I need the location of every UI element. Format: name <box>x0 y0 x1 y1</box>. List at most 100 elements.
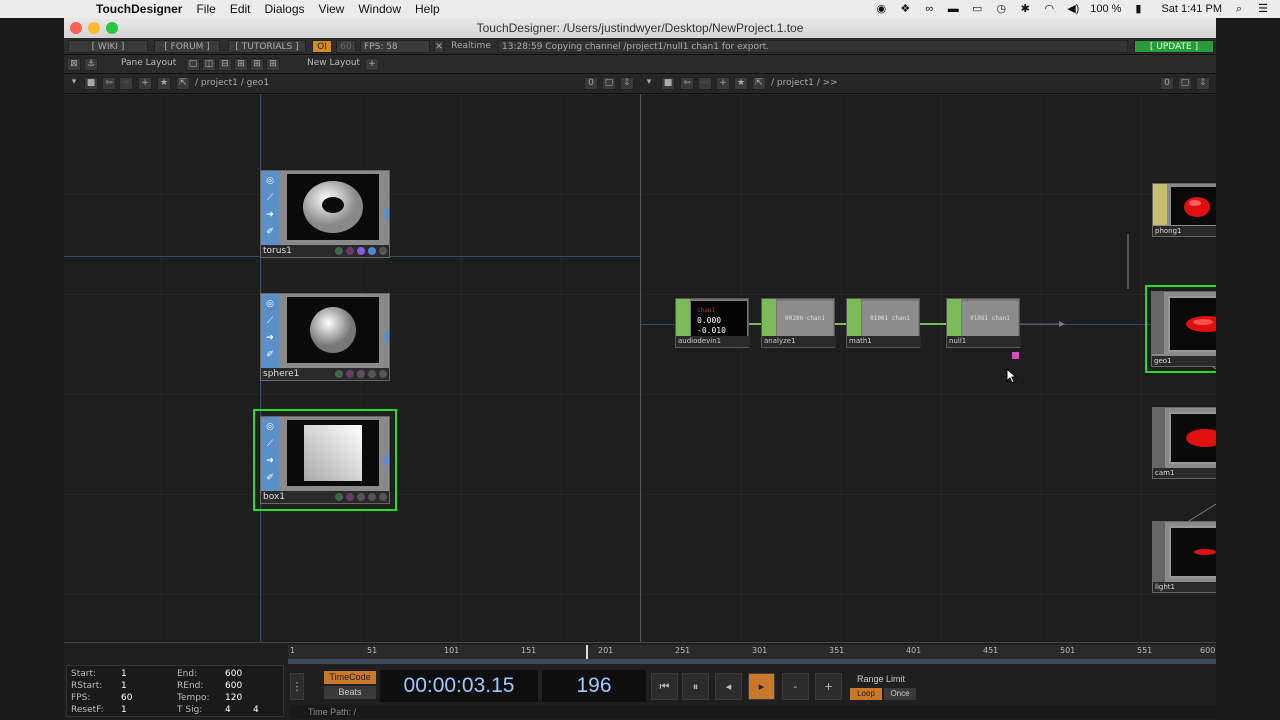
chop-label[interactable]: math1 <box>847 336 921 347</box>
layout-4-icon[interactable]: ⊞ <box>234 58 248 71</box>
viewer-flag-icon[interactable]: ◎ <box>264 298 276 310</box>
left-forward-icon[interactable]: ⇨ <box>119 77 133 90</box>
display-flag-icon[interactable]: ➔ <box>264 332 276 344</box>
battery-bar-icon[interactable]: ▬ <box>946 3 960 15</box>
layout-2-icon[interactable]: ◫ <box>202 58 216 71</box>
volume-icon[interactable]: ◀) <box>1066 3 1080 15</box>
null1-chop[interactable]: 01061 chan1 null1 <box>946 298 1021 348</box>
realtime-checkbox[interactable]: ✕ <box>434 40 444 53</box>
node-label[interactable]: phong1 <box>1153 226 1216 236</box>
right-pane-import-icon[interactable]: ⇩ <box>1196 77 1210 90</box>
math1-chop[interactable]: 01061 chan1 math1 <box>846 298 921 348</box>
left-pane-menu-icon[interactable]: ▾ <box>67 77 81 90</box>
step-minus-button[interactable]: - <box>782 673 809 700</box>
update-button[interactable]: [ UPDATE ] <box>1134 40 1214 53</box>
left-pane-maximize-icon[interactable]: ▢ <box>602 77 616 90</box>
chop-label[interactable]: analyze1 <box>762 336 836 347</box>
project1-network-pane[interactable]: chan1 0.000 -0.010 audiodevin1 00286 cha… <box>641 94 1216 642</box>
menu-file[interactable]: File <box>196 2 215 16</box>
beats-toggle[interactable]: Beats <box>324 686 376 699</box>
menu-view[interactable]: View <box>319 2 345 16</box>
box1-node[interactable]: ◎ ⟋ ➔ ✐ box1 <box>253 409 397 511</box>
output-connector[interactable] <box>383 209 389 219</box>
right-pane-counter[interactable]: 0 <box>1160 77 1174 90</box>
time-machine-icon[interactable]: ◷ <box>994 3 1008 15</box>
fps-value[interactable]: 60 <box>121 693 132 703</box>
left-pane-import-icon[interactable]: ⇩ <box>620 77 634 90</box>
chop-label[interactable]: audiodevin1 <box>676 336 750 347</box>
battery-percent[interactable]: 100 % <box>1090 3 1121 15</box>
right-pane-menu-icon[interactable]: ▾ <box>642 77 656 90</box>
rstart-value[interactable]: 1 <box>121 681 127 691</box>
oi-button[interactable]: OI <box>312 40 332 53</box>
menu-dialogs[interactable]: Dialogs <box>265 2 305 16</box>
step-back-button[interactable]: ◂ <box>715 673 742 700</box>
wiki-button[interactable]: [ WIKI ] <box>68 40 148 53</box>
layout-6-icon[interactable]: ⊞ <box>266 58 280 71</box>
viewer-flag-icon[interactable]: ◎ <box>264 175 276 187</box>
frame-display[interactable]: 196 <box>542 670 646 702</box>
geo1-network-pane[interactable]: ◎ ⟋ ➔ ✐ torus1 ◎ ⟋ ➔ ✐ sphere1 ◎ ⟋ ➔ ✐ b… <box>64 94 640 642</box>
layout-1-icon[interactable]: ▢ <box>186 58 200 71</box>
right-star-icon[interactable]: ★ <box>734 77 748 90</box>
left-pane-path[interactable]: / project1 / geo1 <box>195 78 269 88</box>
creative-cloud-icon[interactable]: ∞ <box>922 3 936 15</box>
right-pane-maximize-icon[interactable]: ▢ <box>1178 77 1192 90</box>
sixty-button[interactable]: 60 <box>336 40 356 53</box>
loop-toggle[interactable]: Loop <box>850 688 882 700</box>
menu-edit[interactable]: Edit <box>230 2 251 16</box>
play-button[interactable]: ▸ <box>748 673 775 700</box>
record-icon[interactable]: ◉ <box>874 3 888 15</box>
layout-5-icon[interactable]: ⊞ <box>250 58 264 71</box>
tsig-num[interactable]: 4 <box>225 705 231 715</box>
phong1-mat[interactable]: phong1 <box>1152 183 1216 237</box>
zoom-window-button[interactable] <box>106 22 118 34</box>
pause-button[interactable]: ⏸ <box>682 673 709 700</box>
right-add-icon[interactable]: + <box>716 77 730 90</box>
left-pane-stop-icon[interactable]: ■ <box>84 77 98 90</box>
output-connector[interactable] <box>383 332 389 342</box>
bypass-flag-icon[interactable]: ✐ <box>264 226 276 238</box>
display-flag-icon[interactable]: ➔ <box>264 209 276 221</box>
once-toggle[interactable]: Once <box>884 688 916 700</box>
geo1-comp[interactable]: geo1 <box>1145 285 1216 373</box>
time-path[interactable]: Time Path: / <box>290 705 1216 719</box>
template-flag-icon[interactable]: ⟋ <box>264 315 276 327</box>
node-label[interactable]: geo1 <box>1152 356 1216 366</box>
tutorials-button[interactable]: [ TUTORIALS ] <box>228 40 306 53</box>
pane-split-icon[interactable]: ⊠ <box>67 58 81 71</box>
spotlight-icon[interactable]: ⌕ <box>1232 3 1246 15</box>
display-flag-icon[interactable]: ➔ <box>264 455 276 467</box>
range-bar[interactable] <box>288 659 1216 664</box>
bluetooth-icon[interactable]: ✱ <box>1018 3 1032 15</box>
resetf-value[interactable]: 1 <box>121 705 127 715</box>
light1-comp[interactable]: light1 <box>1152 521 1216 593</box>
airplay-icon[interactable]: ▭ <box>970 3 984 15</box>
template-flag-icon[interactable]: ⟋ <box>264 192 276 204</box>
left-pane-counter[interactable]: 0 <box>584 77 598 90</box>
frame-ruler[interactable]: 1 51 101 151 201 251 301 351 401 451 501… <box>288 645 1216 659</box>
clock[interactable]: Sat 1:41 PM <box>1161 3 1222 15</box>
left-back-icon[interactable]: ⇦ <box>102 77 116 90</box>
step-plus-button[interactable]: + <box>815 673 842 700</box>
rend-value[interactable]: 600 <box>225 681 242 691</box>
right-back-icon[interactable]: ⇦ <box>680 77 694 90</box>
close-window-button[interactable] <box>70 22 82 34</box>
menu-help[interactable]: Help <box>415 2 440 16</box>
output-connector[interactable] <box>383 455 389 465</box>
right-forward-icon[interactable]: ⇨ <box>698 77 712 90</box>
right-pane-path[interactable]: / project1 / >> <box>771 78 838 88</box>
battery-icon[interactable]: ▮ <box>1131 3 1145 15</box>
right-pane-stop-icon[interactable]: ■ <box>661 77 675 90</box>
layout-3-icon[interactable]: ⊟ <box>218 58 232 71</box>
audiodevin1-chop[interactable]: chan1 0.000 -0.010 audiodevin1 <box>675 298 750 348</box>
bypass-flag-icon[interactable]: ✐ <box>264 349 276 361</box>
forum-button[interactable]: [ FORUM ] <box>154 40 220 53</box>
chop-label[interactable]: null1 <box>947 336 1021 347</box>
pane-pin-icon[interactable]: ⚓ <box>84 58 98 71</box>
start-value[interactable]: 1 <box>121 669 127 679</box>
add-layout-button[interactable]: + <box>365 58 379 71</box>
tempo-value[interactable]: 120 <box>225 693 242 703</box>
left-star-icon[interactable]: ★ <box>157 77 171 90</box>
tsig-den[interactable]: 4 <box>253 705 259 715</box>
